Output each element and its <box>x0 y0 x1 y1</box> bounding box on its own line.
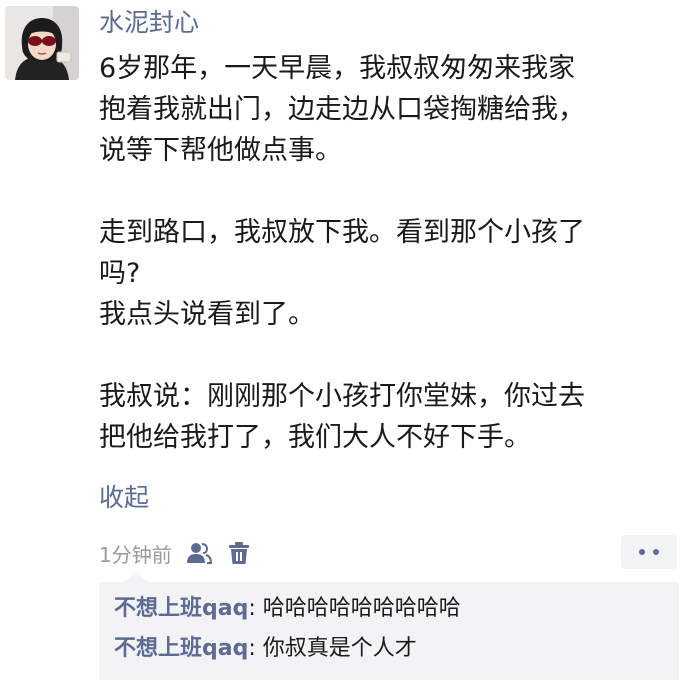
comment-separator: : <box>248 636 256 661</box>
comment-item[interactable]: 不想上班qaq: 你叔真是个人才 <box>114 629 679 669</box>
post-line: 说等下帮他做点事。 <box>99 135 342 166</box>
comments-panel: 不想上班qaq: 哈哈哈哈哈哈哈哈哈 不想上班qaq: 你叔真是个人才 <box>99 571 679 680</box>
post-meta: 1分钟前 <box>99 537 252 569</box>
more-dots-icon <box>635 549 663 555</box>
comment-text: 你叔真是个人才 <box>262 636 417 661</box>
post-line: 我叔说：刚刚那个小孩打你堂妹，你过去 <box>99 381 585 412</box>
timestamp: 1分钟前 <box>99 542 172 567</box>
post-line: 我点头说看到了。 <box>99 299 315 330</box>
comment-author[interactable]: 不想上班qaq <box>114 636 248 661</box>
comment-text: 哈哈哈哈哈哈哈哈哈 <box>262 596 461 621</box>
comment-author[interactable]: 不想上班qaq <box>114 596 248 621</box>
trash-icon[interactable] <box>226 540 252 566</box>
comment-item[interactable]: 不想上班qaq: 哈哈哈哈哈哈哈哈哈 <box>114 589 679 629</box>
collapse-link[interactable]: 收起 <box>99 480 149 516</box>
people-icon[interactable] <box>186 540 212 566</box>
avatar-photo <box>5 6 79 80</box>
post-text: 6岁那年，一天早晨，我叔叔匆匆来我家 抱着我就出门，边走边从口袋掏糖给我， 说等… <box>99 48 679 458</box>
comment-separator: : <box>248 596 256 621</box>
post-line: 抱着我就出门，边走边从口袋掏糖给我， <box>99 94 585 125</box>
post-line: 走到路口，我叔放下我。看到那个小孩了 <box>99 217 585 248</box>
avatar[interactable] <box>5 6 79 80</box>
post-line: 把他给我打了，我们大人不好下手。 <box>99 422 531 453</box>
more-actions-button[interactable] <box>621 535 677 569</box>
post-line: 吗? <box>99 258 141 289</box>
post-line: 6岁那年，一天早晨，我叔叔匆匆来我家 <box>99 53 576 84</box>
username[interactable]: 水泥封心 <box>99 6 199 40</box>
